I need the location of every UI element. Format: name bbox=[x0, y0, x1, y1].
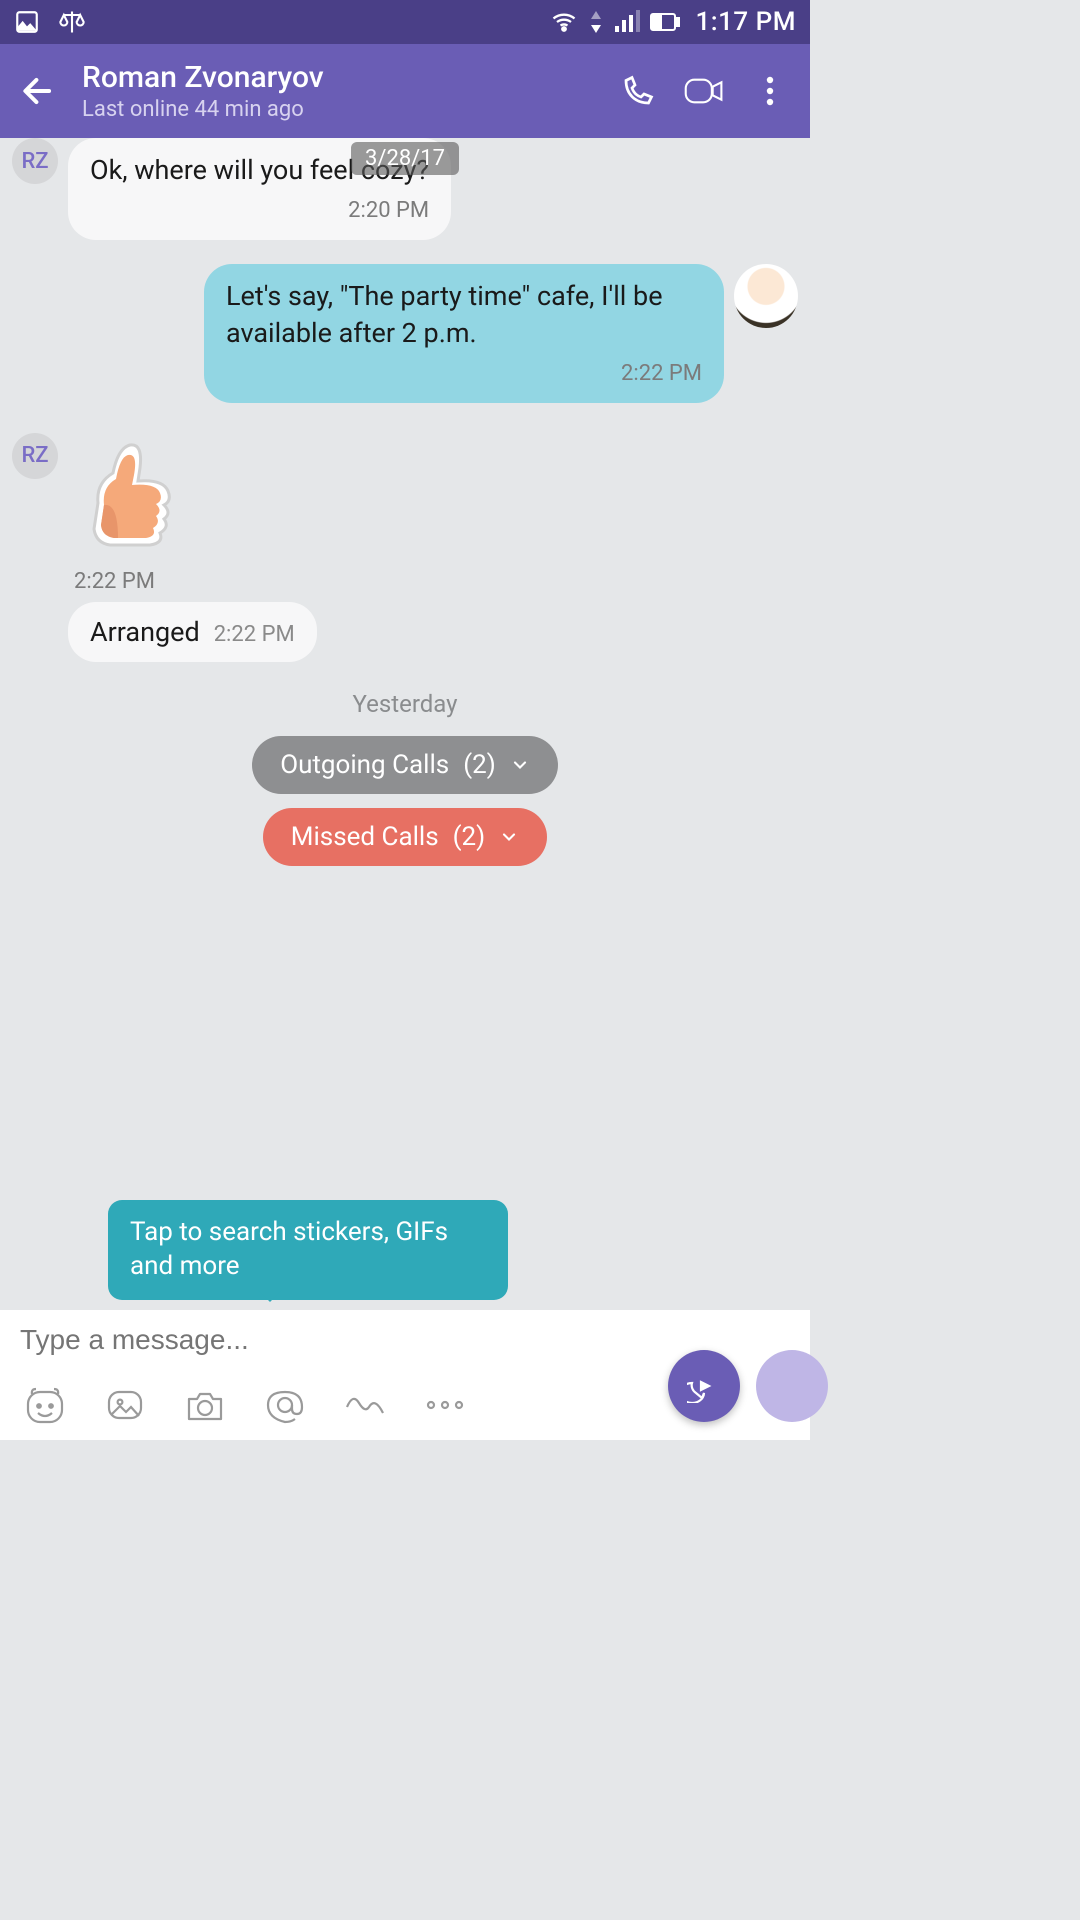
mention-icon[interactable] bbox=[262, 1382, 308, 1428]
message-bubble-incoming[interactable]: Arranged 2:22 PM bbox=[68, 602, 317, 662]
more-options-button[interactable] bbox=[750, 71, 790, 111]
message-bubble-outgoing[interactable]: Let's say, "The party time" cafe, I'll b… bbox=[204, 264, 724, 403]
video-call-button[interactable] bbox=[684, 71, 724, 111]
balance-icon bbox=[58, 8, 86, 36]
sticker-message[interactable]: 2:22 PM bbox=[68, 433, 188, 594]
status-time: 1:17 PM bbox=[696, 7, 796, 37]
avatar-initials[interactable]: RZ bbox=[12, 138, 58, 184]
back-button[interactable] bbox=[12, 65, 64, 117]
voice-call-button[interactable] bbox=[618, 71, 658, 111]
sticker-search-tooltip[interactable]: Tap to search stickers, GIFs and more bbox=[108, 1200, 508, 1300]
gallery-icon[interactable] bbox=[102, 1382, 148, 1428]
chevron-down-icon bbox=[510, 755, 530, 775]
signal-icon bbox=[614, 10, 640, 34]
app-bar: Roman Zvonaryov Last online 44 min ago bbox=[0, 44, 810, 138]
call-label: Outgoing Calls bbox=[280, 750, 449, 780]
date-pill: 3/28/17 bbox=[351, 142, 459, 175]
camera-icon[interactable] bbox=[182, 1382, 228, 1428]
chat-area[interactable]: 3/28/17 RZ Ok, where will you feel cozy?… bbox=[0, 138, 810, 1310]
header-actions bbox=[618, 71, 798, 111]
composer-tool-row bbox=[0, 1370, 810, 1440]
call-count: (2) bbox=[463, 750, 496, 780]
call-label: Missed Calls bbox=[291, 822, 439, 852]
doodle-icon[interactable] bbox=[342, 1382, 388, 1428]
data-icon bbox=[588, 9, 604, 35]
status-right: 1:17 PM bbox=[550, 7, 796, 37]
secondary-fab[interactable] bbox=[756, 1350, 828, 1422]
thumbs-up-sticker-icon bbox=[68, 433, 188, 563]
title-block[interactable]: Roman Zvonaryov Last online 44 min ago bbox=[82, 60, 618, 122]
message-row: Let's say, "The party time" cafe, I'll b… bbox=[12, 264, 798, 403]
wifi-icon bbox=[550, 8, 578, 36]
picture-icon bbox=[14, 9, 40, 35]
call-count: (2) bbox=[453, 822, 486, 852]
message-row: Arranged 2:22 PM bbox=[68, 602, 798, 662]
battery-icon bbox=[650, 12, 680, 32]
avatar-initials[interactable]: RZ bbox=[12, 433, 58, 479]
message-input[interactable] bbox=[20, 1324, 790, 1356]
message-text: Arranged bbox=[90, 614, 200, 650]
message-row: RZ 2:22 PM bbox=[12, 433, 798, 594]
outgoing-calls-pill[interactable]: Outgoing Calls (2) bbox=[252, 736, 558, 794]
message-time: 2:20 PM bbox=[90, 196, 429, 226]
message-time: 2:22 PM bbox=[214, 620, 295, 650]
avatar-photo[interactable] bbox=[734, 264, 798, 328]
status-left bbox=[14, 8, 86, 36]
missed-calls-pill[interactable]: Missed Calls (2) bbox=[263, 808, 547, 866]
chevron-down-icon bbox=[499, 827, 519, 847]
message-time: 2:22 PM bbox=[74, 569, 188, 594]
last-online: Last online 44 min ago bbox=[82, 97, 618, 122]
more-icon[interactable] bbox=[422, 1382, 468, 1428]
contact-name: Roman Zvonaryov bbox=[82, 60, 618, 95]
status-bar: 1:17 PM bbox=[0, 0, 810, 44]
composer-area bbox=[0, 1310, 810, 1440]
message-text: Let's say, "The party time" cafe, I'll b… bbox=[226, 280, 663, 348]
message-time: 2:22 PM bbox=[226, 359, 702, 389]
chat-fab-button[interactable] bbox=[668, 1350, 740, 1422]
day-separator: Yesterday bbox=[12, 690, 798, 718]
sticker-panel-icon[interactable] bbox=[22, 1382, 68, 1428]
